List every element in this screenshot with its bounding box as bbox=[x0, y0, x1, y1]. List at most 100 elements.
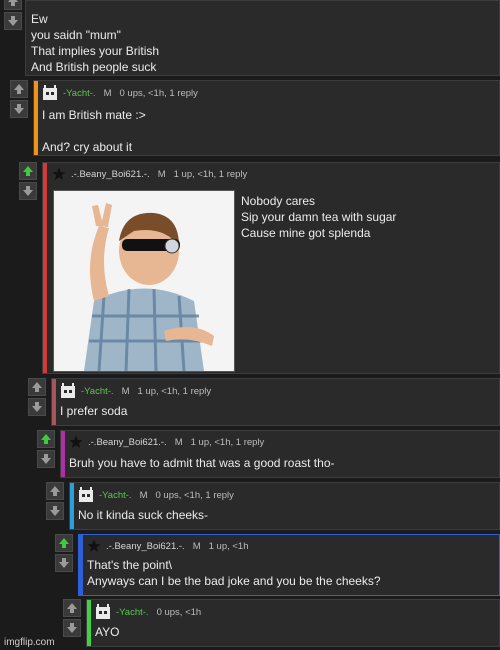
username-link[interactable]: -Yacht-. bbox=[63, 88, 96, 99]
comment-box: -Yacht-. 0 ups, <1h AYO bbox=[86, 599, 500, 647]
star-avatar-icon bbox=[87, 539, 101, 552]
vote-controls bbox=[4, 0, 24, 32]
depth-stripe bbox=[34, 81, 38, 155]
username-link[interactable]: -Yacht-. bbox=[116, 607, 149, 618]
star-avatar-icon bbox=[69, 435, 83, 448]
comment-text: That's the point\ Anyways can I be the b… bbox=[87, 558, 381, 588]
downvote-button[interactable] bbox=[55, 554, 73, 572]
comment-6: .-.Beany_Boi621.-. M 1 up, <1h That's th… bbox=[55, 534, 500, 596]
mod-badge: M bbox=[192, 540, 201, 552]
comment-2: .-.Beany_Boi621.-. M 1 up, <1h, 1 reply bbox=[19, 162, 500, 374]
comment-stats: 0 ups, <1h bbox=[156, 606, 202, 618]
downvote-button[interactable] bbox=[46, 502, 64, 520]
downvote-button[interactable] bbox=[28, 398, 46, 416]
up-arrow-icon bbox=[41, 434, 51, 444]
comment-text: No it kinda suck cheeks- bbox=[78, 508, 209, 522]
vote-controls bbox=[19, 162, 39, 202]
comment-3: -Yacht-. M 1 up, <1h, 1 reply I prefer s… bbox=[28, 378, 500, 426]
comment-text: I prefer soda bbox=[60, 404, 128, 418]
upvote-button[interactable] bbox=[46, 482, 64, 500]
vote-controls bbox=[46, 482, 66, 522]
up-arrow-icon bbox=[50, 486, 60, 496]
downvote-button[interactable] bbox=[37, 450, 55, 468]
comment-stats: 1 up, <1h, 1 reply bbox=[190, 436, 265, 448]
comment-box: -Yacht-. M 0 ups, <1h, 1 reply No it kin… bbox=[69, 482, 500, 530]
username-link[interactable]: -Yacht-. bbox=[81, 386, 114, 397]
mod-badge: M bbox=[174, 436, 183, 448]
upvote-button[interactable] bbox=[4, 0, 22, 10]
comment-meta: -Yacht-. M 0 ups, <1h, 1 reply bbox=[42, 85, 198, 101]
depth-stripe bbox=[52, 379, 56, 425]
comment-7: -Yacht-. 0 ups, <1h AYO bbox=[63, 599, 500, 647]
downvote-button[interactable] bbox=[10, 100, 28, 118]
comment-meta: .-.Beany_Boi621.-. M 1 up, <1h bbox=[87, 539, 249, 553]
up-arrow-icon bbox=[14, 84, 24, 94]
upvote-button[interactable] bbox=[28, 378, 46, 396]
mod-badge: M bbox=[139, 489, 148, 501]
comment-text: AYO bbox=[95, 625, 120, 639]
vote-controls bbox=[28, 378, 48, 418]
upvote-button[interactable] bbox=[55, 534, 73, 552]
comment-meta: -Yacht-. M 1 up, <1h, 1 reply bbox=[60, 383, 211, 399]
comment-box: Ew you saidn "mum" That implies your Bri… bbox=[25, 0, 500, 76]
comment-text: I am British mate :> And? cry about it bbox=[42, 108, 146, 154]
depth-stripe bbox=[87, 600, 91, 646]
vote-controls bbox=[10, 80, 30, 120]
upvote-button[interactable] bbox=[10, 80, 28, 98]
upvote-button[interactable] bbox=[19, 162, 37, 180]
down-arrow-icon bbox=[41, 454, 51, 464]
downvote-button[interactable] bbox=[63, 619, 81, 637]
username-link[interactable]: .-.Beany_Boi621.-. bbox=[106, 541, 185, 552]
downvote-button[interactable] bbox=[4, 12, 22, 30]
username-link[interactable]: .-.Beany_Boi621.-. bbox=[71, 169, 150, 180]
depth-stripe bbox=[70, 483, 74, 529]
comment-text: Bruh you have to admit that was a good r… bbox=[69, 456, 335, 470]
down-arrow-icon bbox=[32, 402, 42, 412]
comment-meta: .-.Beany_Boi621.-. M 1 up, <1h, 1 reply bbox=[69, 435, 264, 449]
star-avatar-icon bbox=[52, 167, 66, 180]
username-link[interactable]: -Yacht-. bbox=[99, 490, 132, 501]
mod-badge: M bbox=[103, 87, 112, 99]
up-arrow-icon bbox=[67, 603, 77, 613]
comment-stats: 1 up, <1h, 1 reply bbox=[137, 385, 212, 397]
down-arrow-icon bbox=[50, 506, 60, 516]
comment-text: Nobody cares Sip your damn tea with suga… bbox=[241, 194, 397, 240]
down-arrow-icon bbox=[14, 104, 24, 114]
upvote-button[interactable] bbox=[63, 599, 81, 617]
robot-avatar-icon bbox=[96, 604, 110, 619]
down-arrow-icon bbox=[8, 16, 18, 26]
comment-box: .-.Beany_Boi621.-. M 1 up, <1h, 1 reply bbox=[42, 162, 500, 374]
comment-5: -Yacht-. M 0 ups, <1h, 1 reply No it kin… bbox=[46, 482, 500, 530]
comment-box: .-.Beany_Boi621.-. M 1 up, <1h That's th… bbox=[78, 534, 500, 596]
comment-stats: 0 ups, <1h, 1 reply bbox=[119, 87, 198, 99]
up-arrow-icon bbox=[8, 0, 18, 6]
robot-avatar-icon bbox=[61, 383, 75, 398]
down-arrow-icon bbox=[67, 623, 77, 633]
comment-stats: 1 up, <1h, 1 reply bbox=[173, 168, 248, 180]
up-arrow-icon bbox=[23, 166, 33, 176]
depth-stripe bbox=[43, 163, 47, 373]
comment-0: Ew you saidn "mum" That implies your Bri… bbox=[2, 0, 500, 76]
imgflip-watermark: imgflip.com bbox=[4, 637, 55, 648]
comment-stats: 0 ups, <1h, 1 reply bbox=[155, 489, 234, 501]
meme-image[interactable] bbox=[53, 190, 235, 372]
vote-controls bbox=[63, 599, 83, 639]
up-arrow-icon bbox=[32, 382, 42, 392]
down-arrow-icon bbox=[59, 558, 69, 568]
mod-badge: M bbox=[157, 168, 166, 180]
comment-meta: -Yacht-. 0 ups, <1h bbox=[95, 604, 201, 620]
comment-1: -Yacht-. M 0 ups, <1h, 1 reply I am Brit… bbox=[10, 80, 500, 156]
downvote-button[interactable] bbox=[19, 182, 37, 200]
robot-avatar-icon bbox=[79, 487, 93, 502]
mod-badge: M bbox=[121, 385, 130, 397]
up-arrow-icon bbox=[59, 538, 69, 548]
depth-stripe bbox=[79, 535, 83, 595]
comment-box: .-.Beany_Boi621.-. M 1 up, <1h, 1 reply … bbox=[60, 430, 500, 478]
depth-stripe bbox=[61, 431, 65, 477]
upvote-button[interactable] bbox=[37, 430, 55, 448]
comment-meta: -Yacht-. M 0 ups, <1h, 1 reply bbox=[78, 487, 234, 503]
comment-4: .-.Beany_Boi621.-. M 1 up, <1h, 1 reply … bbox=[37, 430, 500, 478]
comment-box: -Yacht-. M 0 ups, <1h, 1 reply I am Brit… bbox=[33, 80, 500, 156]
comment-box: -Yacht-. M 1 up, <1h, 1 reply I prefer s… bbox=[51, 378, 500, 426]
username-link[interactable]: .-.Beany_Boi621.-. bbox=[88, 437, 167, 448]
